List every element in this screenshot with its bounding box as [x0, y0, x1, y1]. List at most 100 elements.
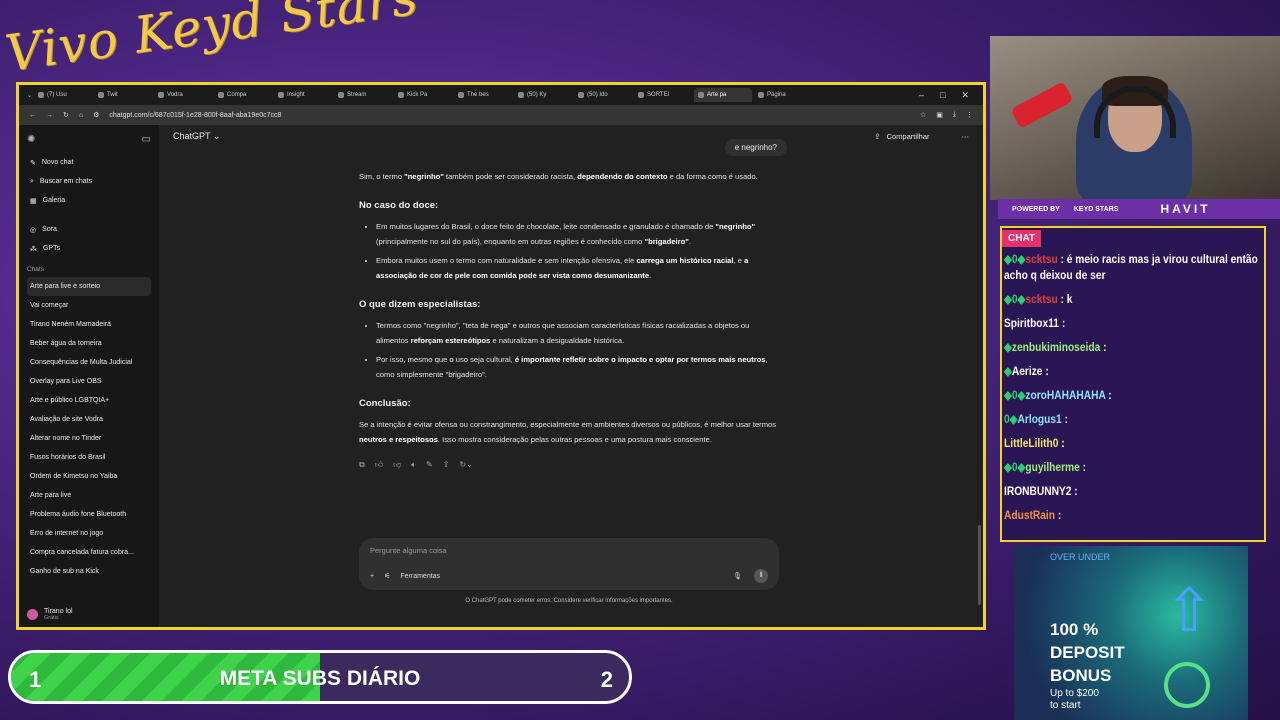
chat-history-item[interactable]: Arte e público LGBTQIA+: [27, 391, 151, 410]
copy-icon[interactable]: ⧉: [359, 457, 365, 472]
chat-text: :: [1064, 412, 1068, 426]
bookmark-star-icon[interactable]: ☆: [920, 111, 926, 119]
chat-history-item[interactable]: Vai começar: [27, 296, 151, 315]
user-profile[interactable]: Tirano lol Grátis: [27, 608, 73, 621]
thumbs-up-icon[interactable]: 👍︎: [375, 457, 383, 472]
favicon-icon: [638, 92, 645, 98]
minimize-icon[interactable]: –: [919, 90, 924, 101]
share-button[interactable]: Compartilhar: [887, 132, 930, 141]
user-message: e negrinho?: [724, 139, 787, 156]
chat-history-item[interactable]: Arte para live: [27, 486, 151, 505]
browser-tab[interactable]: The bes: [454, 88, 512, 102]
chat-history-item[interactable]: Tirano Neném Mamadeira: [27, 315, 151, 334]
openai-logo-icon[interactable]: ✺: [27, 134, 35, 145]
chat-history-list: Arte para live e sorteio Vai começar Tiran…: [27, 277, 151, 581]
chat-message: ◆0◆scktsu : k: [1004, 291, 1263, 307]
tools-button[interactable]: Ferramentas: [400, 573, 440, 580]
chat-message: ◆0◆guyilherme :: [1004, 459, 1263, 475]
browser-tab[interactable]: (50) Ido: [574, 88, 632, 102]
brand-mark-icon: [1164, 662, 1210, 708]
browser-tab[interactable]: Arte pa: [694, 88, 753, 102]
edit-canvas-icon[interactable]: ✎: [426, 457, 433, 472]
favicon-icon: [398, 92, 405, 98]
favicon-icon: [758, 92, 765, 98]
more-options-icon[interactable]: ⋯: [962, 132, 970, 141]
close-icon[interactable]: ✕: [961, 90, 969, 101]
menu-dots-icon[interactable]: ⋮: [966, 111, 973, 119]
microphone-icon[interactable]: 🎙︎: [733, 572, 742, 580]
chat-username: zoroHAHAHAHA: [1025, 388, 1106, 402]
chat-message: ◆0◆zoroHAHAHAHA :: [1004, 387, 1263, 403]
browser-window: ⌄ (7) Usu Twit Vodra Compa Insight Stream Kick…: [16, 82, 986, 630]
chat-username: IRONBUNNY2: [1004, 484, 1072, 498]
forward-icon[interactable]: →: [46, 112, 53, 119]
share-message-icon[interactable]: ⇧: [443, 457, 450, 472]
browser-tab[interactable]: (50) Ky: [514, 88, 572, 102]
sidebar-toggle-icon[interactable]: ▭: [142, 134, 151, 145]
chat-username: Aerize: [1011, 364, 1043, 378]
sidebar-item-new-chat[interactable]: ✎ Novo chat: [27, 153, 151, 172]
prompt-input[interactable]: Pergunte alguma coisa: [370, 546, 768, 555]
heading-conclusao: Conclusão:: [359, 398, 411, 409]
chat-history-item[interactable]: Compra cancelada fatura cobra...: [27, 543, 151, 562]
powered-by-label: POWERED BY: [1012, 205, 1060, 213]
regenerate-icon[interactable]: ↻⌄: [459, 457, 472, 472]
chat-message: Spiritbox11 :: [1004, 315, 1263, 331]
browser-tab[interactable]: Página: [754, 88, 812, 102]
sidebar-item-search[interactable]: ⌕ Buscar em chats: [27, 172, 151, 191]
voice-mode-button[interactable]: ⦀: [754, 569, 768, 583]
favicon-icon: [98, 92, 105, 98]
site-info-icon[interactable]: ⚙: [93, 111, 99, 119]
chat-history-item[interactable]: Problema áudio fone Bluetooth: [27, 505, 151, 524]
chat-text: :: [1108, 388, 1112, 402]
favicon-icon: [518, 92, 525, 98]
chat-text: :: [1082, 460, 1087, 474]
browser-tab[interactable]: Stream: [334, 88, 392, 102]
gallery-icon: ▦: [30, 197, 37, 205]
chevron-down-icon[interactable]: ⌄: [27, 92, 32, 99]
chat-history-item[interactable]: Overlay para Live OBS: [27, 372, 151, 391]
maximize-icon[interactable]: □: [940, 90, 945, 101]
back-icon[interactable]: ←: [29, 112, 36, 119]
chat-history-item[interactable]: Erro de internet no jogo: [27, 524, 151, 543]
extensions-icon[interactable]: ▣: [936, 111, 943, 119]
chat-history-item[interactable]: Ganho de sub na Kick: [27, 562, 151, 581]
chat-history-item[interactable]: Avaliação de site Vodra: [27, 410, 151, 429]
webcam-feed: [990, 36, 1280, 200]
microphone-image: [1010, 81, 1074, 129]
browser-tab[interactable]: SORTEI: [634, 88, 692, 102]
chat-history-item[interactable]: Ordem de Kimetsu no Yaiba: [27, 467, 151, 486]
sidebar-item-sora[interactable]: ◎ Sora: [27, 220, 151, 239]
thumbs-down-icon[interactable]: 👎︎: [393, 457, 401, 472]
favicon-icon: [278, 92, 285, 98]
chat-history-item[interactable]: Consequências de Multa Judicial: [27, 353, 151, 372]
sidebar: ✺ ▭ ✎ Novo chat ⌕ Buscar em chats ▦ Galeria…: [19, 125, 159, 627]
browser-tab[interactable]: Vodra: [154, 88, 212, 102]
browser-tab[interactable]: Insight: [274, 88, 332, 102]
browser-tab[interactable]: Twit: [94, 88, 152, 102]
url-field[interactable]: chatgpt.com/c/687c015f-1e28-800f-8aaf-ab…: [109, 112, 910, 119]
browser-tab[interactable]: Kick Pa: [394, 88, 452, 102]
chat-username: guyilherme: [1025, 460, 1080, 474]
sidebar-item-gpts[interactable]: ⁂ GPTs: [27, 239, 151, 258]
sidebar-item-gallery[interactable]: ▦ Galeria: [27, 191, 151, 210]
read-aloud-icon[interactable]: 🔈︎: [411, 457, 416, 472]
model-selector[interactable]: ChatGPT ⌄: [173, 131, 220, 142]
chat-username: scktsu: [1025, 292, 1058, 306]
subs-goal-bar: 1 META SUBS DIÁRIO 2: [8, 650, 632, 704]
reload-icon[interactable]: ↻: [63, 111, 69, 119]
scrollbar[interactable]: [978, 525, 981, 605]
chat-messages: ◆0◆scktsu : é meio racis mas ja virou cu…: [1002, 247, 1264, 535]
chat-history-item[interactable]: Alterar nome no Tinder: [27, 429, 151, 448]
chat-history-item[interactable]: Beber água da torneira: [27, 334, 151, 353]
browser-tab[interactable]: Compa: [214, 88, 272, 102]
home-icon[interactable]: ⌂: [79, 112, 83, 119]
downloads-icon[interactable]: ⤓: [953, 111, 956, 119]
chat-history-item[interactable]: Fusos horários do Brasil: [27, 448, 151, 467]
favicon-icon: [218, 92, 225, 98]
chat-history-item[interactable]: Arte para live e sorteio: [27, 277, 151, 296]
chat-username: LittleLilith0: [1004, 436, 1059, 450]
browser-tab[interactable]: (7) Usu: [34, 88, 92, 102]
plus-icon[interactable]: +: [370, 573, 374, 580]
gpts-icon: ⁂: [30, 245, 37, 253]
